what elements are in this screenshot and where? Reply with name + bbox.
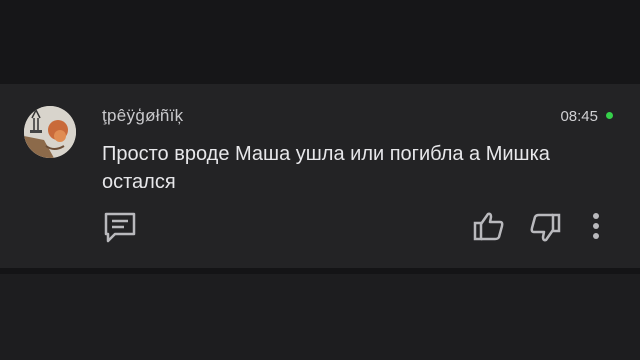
lower-background bbox=[0, 274, 640, 360]
comment-reply-icon bbox=[104, 212, 136, 243]
more-vertical-icon bbox=[593, 213, 599, 239]
dislike-button[interactable] bbox=[528, 212, 562, 244]
comment-time: 08:45 bbox=[560, 108, 598, 125]
thumbs-up-icon bbox=[473, 212, 504, 241]
thumbs-down-icon bbox=[530, 213, 561, 242]
like-button[interactable] bbox=[472, 210, 506, 242]
more-options-button[interactable] bbox=[586, 210, 606, 242]
author-name[interactable]: ţpêÿģøłñïķ bbox=[102, 106, 183, 126]
top-background bbox=[0, 0, 640, 84]
avatar[interactable] bbox=[24, 106, 76, 158]
comment-text: Просто вроде Маша ушла или погибла а Миш… bbox=[102, 143, 550, 193]
reply-button[interactable] bbox=[102, 210, 138, 244]
online-status-dot bbox=[606, 112, 613, 119]
